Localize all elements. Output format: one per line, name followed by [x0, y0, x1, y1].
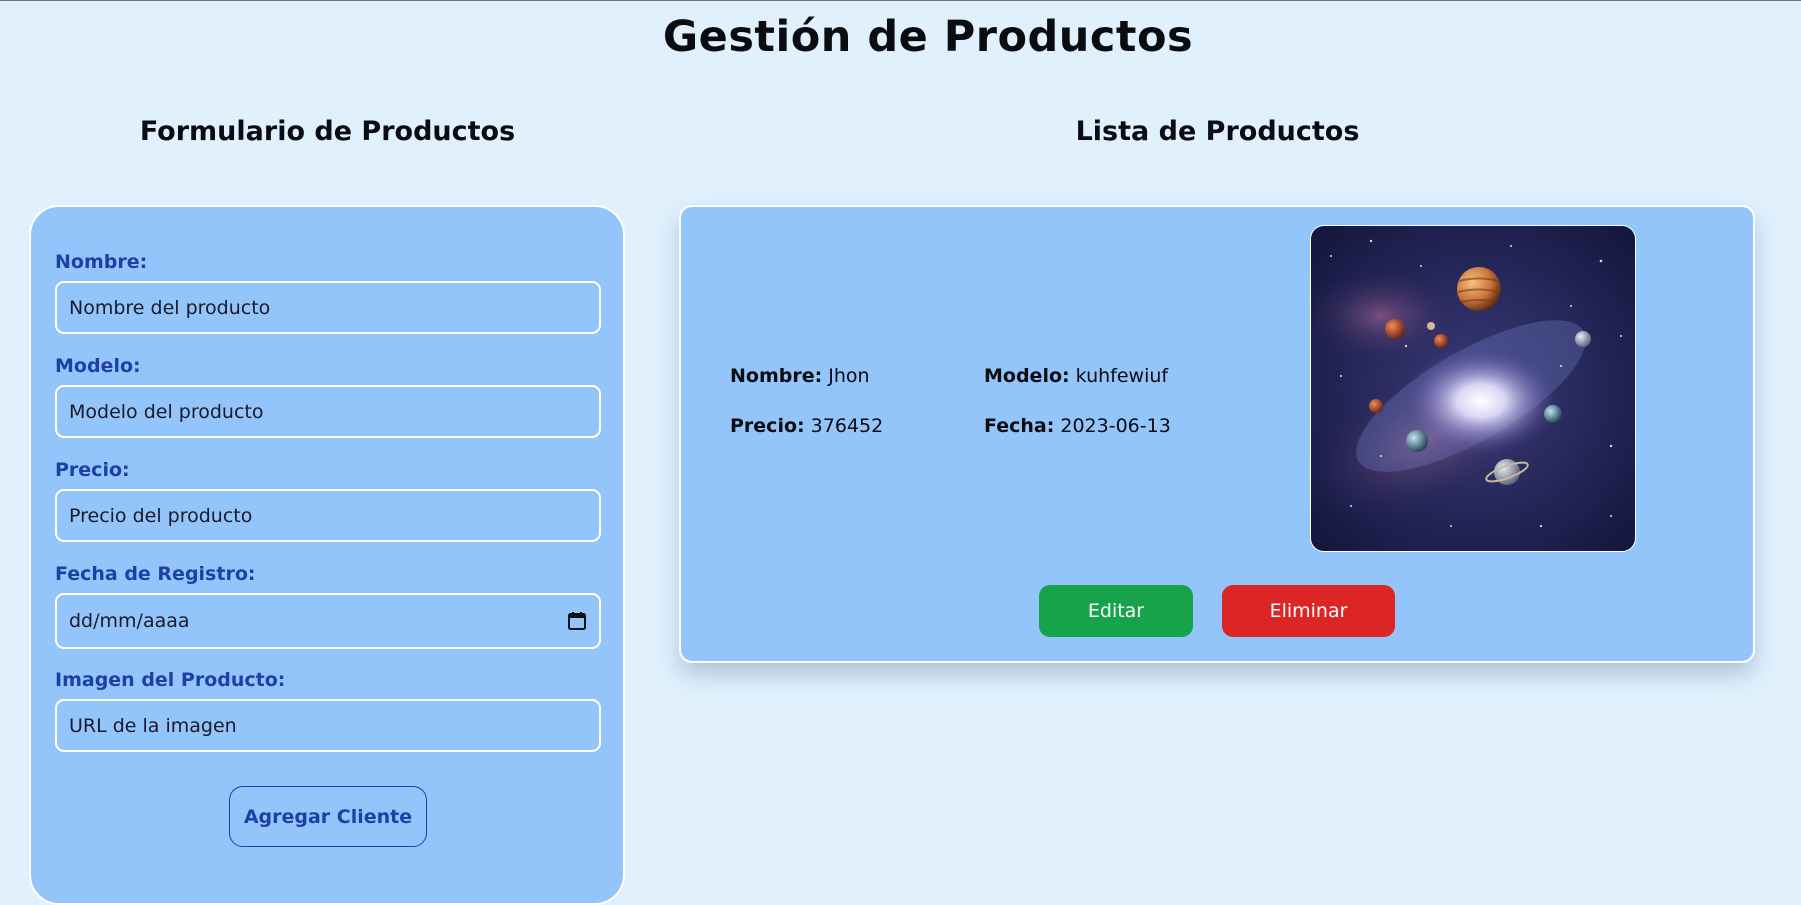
calendar-icon[interactable]: [567, 611, 587, 631]
precio-label: Precio:: [55, 459, 130, 481]
modelo-value: kuhfewiuf: [1075, 365, 1169, 387]
top-divider: [0, 0, 1801, 1]
nombre-label: Nombre:: [55, 251, 148, 273]
fecha-key: Fecha:: [984, 415, 1055, 437]
space-planets-image: [1311, 226, 1635, 551]
fecha-value: 2023-06-13: [1060, 415, 1171, 437]
fecha-placeholder: dd/mm/aaaa: [69, 610, 190, 632]
nombre-value: Jhon: [828, 365, 870, 387]
fecha-input[interactable]: dd/mm/aaaa: [55, 593, 601, 649]
imagen-input[interactable]: URL de la imagen: [55, 699, 601, 752]
product-modelo: Modelo: kuhfewiuf: [984, 365, 1168, 387]
precio-key: Precio:: [730, 415, 805, 437]
precio-input[interactable]: Precio del producto: [55, 489, 601, 542]
nombre-key: Nombre:: [730, 365, 823, 387]
page-title: Gestión de Productos: [662, 12, 1194, 62]
modelo-key: Modelo:: [984, 365, 1070, 387]
edit-button[interactable]: Editar: [1039, 585, 1193, 637]
precio-placeholder: Precio del producto: [69, 504, 253, 527]
delete-button[interactable]: Eliminar: [1222, 585, 1395, 637]
list-title: Lista de Productos: [1075, 116, 1360, 147]
form-title: Formulario de Productos: [139, 116, 516, 147]
precio-value: 376452: [810, 415, 884, 437]
product-fecha: Fecha: 2023-06-13: [984, 415, 1171, 437]
modelo-placeholder: Modelo del producto: [69, 400, 264, 423]
nombre-input[interactable]: Nombre del producto: [55, 281, 601, 334]
nombre-placeholder: Nombre del producto: [69, 296, 271, 319]
fecha-label: Fecha de Registro:: [55, 563, 256, 585]
agregar-cliente-button[interactable]: Agregar Cliente: [229, 786, 427, 847]
imagen-placeholder: URL de la imagen: [69, 714, 237, 737]
product-image: [1310, 225, 1636, 552]
product-card: Nombre: Jhon Modelo: kuhfewiuf Precio: 3…: [679, 205, 1755, 663]
product-nombre: Nombre: Jhon: [730, 365, 870, 387]
modelo-input[interactable]: Modelo del producto: [55, 385, 601, 438]
product-form: Nombre: Nombre del producto Modelo: Mode…: [29, 205, 625, 905]
product-precio: Precio: 376452: [730, 415, 883, 437]
imagen-label: Imagen del Producto:: [55, 669, 286, 691]
modelo-label: Modelo:: [55, 355, 141, 377]
